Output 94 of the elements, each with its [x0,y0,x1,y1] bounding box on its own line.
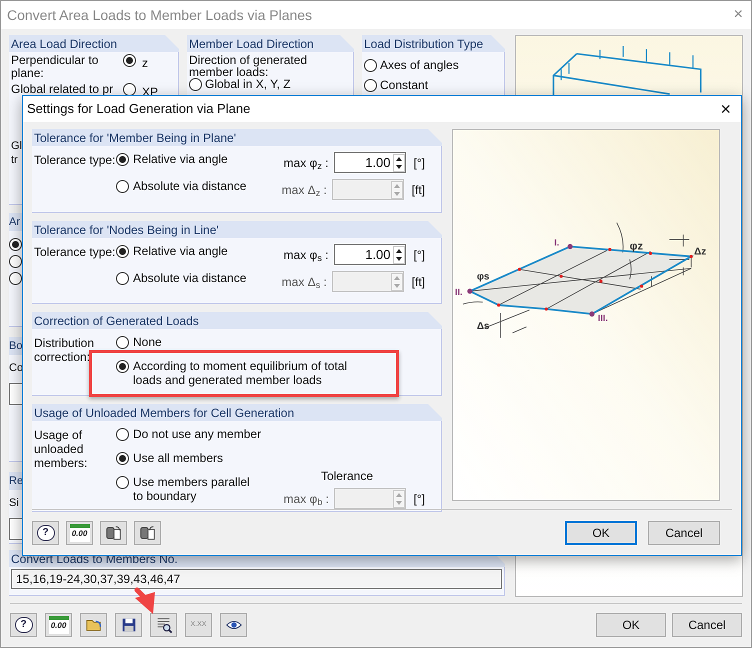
unit-label: [ft] [412,182,425,198]
group-header: Ar [9,213,23,231]
field-label: max Δ$_{s}$ : [282,274,326,290]
radio-label: Absolute via distance [133,271,248,285]
radio-label: Do not use any member [133,427,262,441]
spin-field[interactable]: 1.00 [334,152,406,173]
window-title: Convert Area Loads to Member Loads via Planes [7,6,312,24]
option-label: Usage of unloaded members: [34,427,88,472]
option-label: Gl [11,139,22,153]
group-header: Usage of Unloaded Members for Cell Generation [32,404,442,421]
tool-button[interactable]: 0.00 [45,613,72,637]
field-label: max φ$_{z}$ : [284,154,328,172]
radio-button[interactable] [116,180,129,193]
radio-button[interactable] [116,452,129,465]
radio-button[interactable] [9,272,22,285]
radio-label: Relative via angle [133,152,229,166]
radio-button[interactable] [116,476,129,489]
radio-label: Global in X, Y, Z [205,78,291,91]
tool-button[interactable]: ? [32,521,59,545]
help-icon: ? [20,620,27,630]
tool-button[interactable]: 0.00 [66,521,93,545]
option-label: Tolerance type: [34,152,116,169]
radio-label: According to moment equilibrium of total loads and generated member loads [133,359,348,387]
radio-button[interactable] [123,83,136,96]
radio-button[interactable] [116,153,129,166]
field-label: max φ$_{b}$ : [284,490,328,508]
database-arrow-icon [138,524,156,542]
close-button[interactable]: × [720,100,731,118]
group-header: Correction of Generated Loads [32,312,442,329]
spinner-icon[interactable] [392,154,405,172]
group-header: Member Load Direction [187,35,354,52]
radio-button[interactable] [9,255,22,268]
radio-label: z [142,55,148,72]
dialog-title: Settings for Load Generation via Plane [27,100,250,118]
dialog-button[interactable]: OK [596,613,666,637]
field-label: max φ$_{s}$ : [284,246,328,264]
option-label: Tolerance type: [34,244,116,261]
radio-label: Absolute via distance [133,179,248,193]
tool-button[interactable] [115,613,142,637]
tool-button[interactable] [150,613,177,637]
radio-label: Use members parallel to boundary [133,475,251,503]
input-field[interactable]: 15,16,19-24,30,37,39,43,46,47 [11,569,502,589]
group-header: Load Distribution Type [362,35,505,52]
tool-button[interactable] [100,521,127,545]
input-field[interactable] [9,382,23,404]
radio-button[interactable] [364,78,377,92]
list-magnifier-icon [154,616,172,634]
tool-button[interactable] [220,613,247,637]
option-label: tr [11,153,18,167]
radio-button[interactable] [123,54,136,67]
annotation-arrow [134,588,155,614]
close-button[interactable]: × [734,3,743,27]
dialog-button[interactable]: OK [565,521,637,545]
field-label: max Δ$_{z}$ : [282,182,326,198]
tool-button[interactable]: ? [10,613,37,637]
option-label: Global related to pr [11,83,114,96]
unit-label: [ft] [412,274,425,290]
group-header: Area Load Direction [9,35,179,52]
plate-diagram-drawing: I. II. III. φz Δz φs Δs [454,222,706,338]
dialog-button[interactable]: Cancel [648,521,720,545]
radio-label: Axes of angles [380,57,459,74]
radio-label: Constant [380,77,428,94]
radio-button[interactable] [116,336,129,349]
radio-button[interactable] [116,360,129,373]
radio-button[interactable] [116,245,129,258]
unit-label: [°] [414,154,425,172]
radio-button[interactable] [116,428,129,441]
tool-button[interactable] [134,521,161,545]
group-header: Tolerance for 'Nodes Being in Line' [32,221,442,238]
group-header: Bo [9,337,23,355]
radio-button[interactable] [9,238,22,251]
unit-label: [°] [414,490,425,508]
radio-button[interactable] [116,272,129,285]
field-label: Si [9,496,19,511]
decimals-icon: 0.00 [72,528,88,540]
decimals-icon: 0.00 [50,620,66,632]
database-arrow-icon [104,524,122,542]
group-header: Tolerance for 'Member Being in Plane' [32,129,442,146]
radio-button[interactable] [189,78,202,91]
input-field[interactable] [9,518,23,540]
option-label: Perpendicular to plane: [11,54,100,80]
radio-label: Relative via angle [133,244,229,258]
unit-label: [°] [414,246,425,264]
field-caption: Tolerance [320,468,373,485]
spin-field[interactable]: 1.00 [334,244,406,265]
group-header: Re [9,472,23,490]
description-text: Direction of generated member loads: [189,54,308,78]
dialog-button[interactable]: Cancel [672,613,742,637]
help-icon: ? [42,528,49,538]
spinner-icon[interactable] [392,246,405,264]
radio-label: None [133,335,162,349]
option-label: Distribution correction: [34,335,96,366]
radio-button[interactable] [364,58,377,72]
radio-label: Use all members [133,451,224,465]
